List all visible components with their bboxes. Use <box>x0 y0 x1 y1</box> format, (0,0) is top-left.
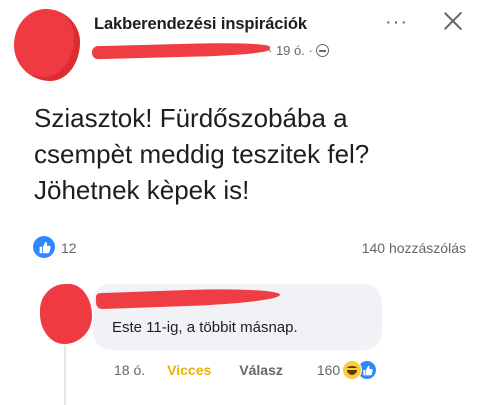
post-meta: · 19 ó. · <box>268 43 329 58</box>
reaction-button[interactable]: Vicces <box>167 362 211 378</box>
comment-reaction-count[interactable]: 160 <box>317 362 340 378</box>
comment-text: Este 11-ig, a többit másnap. <box>112 319 298 336</box>
close-icon[interactable] <box>440 8 466 34</box>
globe-icon <box>315 44 329 57</box>
like-icon[interactable] <box>33 236 55 258</box>
more-options-button[interactable]: ··· <box>385 12 408 32</box>
group-avatar-redacted[interactable] <box>14 9 80 81</box>
reply-button[interactable]: Válasz <box>239 362 283 378</box>
author-name-redacted <box>91 41 271 60</box>
group-name[interactable]: Lakberendezési inspirációk <box>94 15 307 34</box>
comment-actions: 18 ó. Vicces Válasz 160 <box>114 360 378 380</box>
comment-time[interactable]: 18 ó. <box>114 362 145 378</box>
thread-line <box>64 345 66 405</box>
comment-count-link[interactable]: 140 hozzászólás <box>362 240 466 256</box>
like-count[interactable]: 12 <box>61 240 77 256</box>
commenter-avatar-redacted[interactable] <box>40 284 92 344</box>
post-text: Sziasztok! Fürdőszobába a csempèt meddig… <box>34 103 370 205</box>
post-time: · 19 ó. · <box>268 43 313 58</box>
